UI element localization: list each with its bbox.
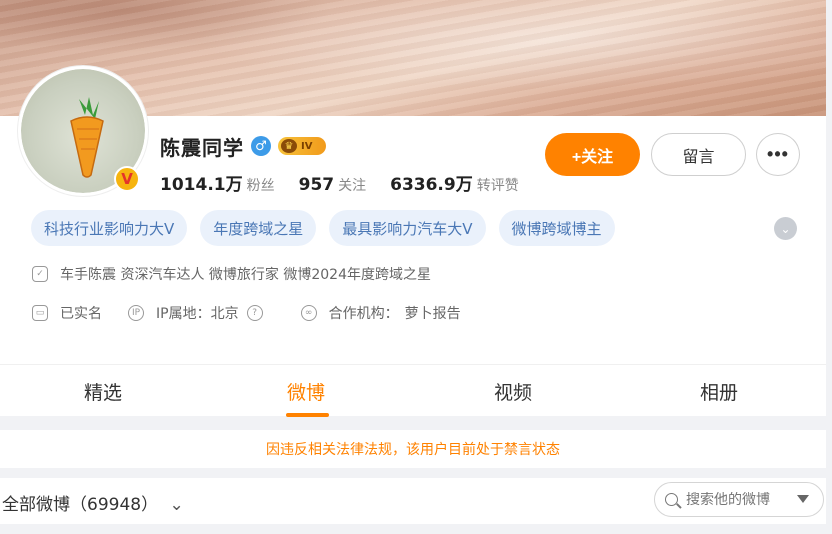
scrollbar-gutter — [826, 0, 832, 534]
help-icon[interactable]: ? — [246, 305, 263, 321]
ban-notice: 因违反相关法律法规，该用户目前处于禁言状态 — [0, 430, 826, 468]
message-button[interactable]: 留言 — [651, 133, 746, 176]
tag-item[interactable]: 科技行业影响力大V — [31, 210, 188, 246]
id-card-icon: ▭ — [32, 305, 48, 321]
org-value[interactable]: 萝卜报告 — [405, 303, 461, 323]
honor-tags: 科技行业影响力大V 年度跨域之星 最具影响力汽车大V 微博跨域博主 — [31, 210, 615, 246]
shield-icon: ✓ — [32, 266, 48, 282]
org-label: 合作机构： — [328, 306, 399, 322]
gender-male-icon: ♂ — [251, 136, 271, 156]
ip-location-text: IP属地：北京 — [156, 306, 239, 322]
chevron-down-icon: ⌄ — [169, 495, 184, 515]
tab-video[interactable]: 视频 — [410, 365, 616, 417]
feed-filter-dropdown[interactable]: 全部微博（69948） ⌄ — [2, 490, 184, 515]
meta-row: ▭ 已实名 IP IP属地：北京 ? ∞ 合作机构： 萝卜报告 — [32, 303, 461, 323]
ip-icon: IP — [128, 305, 144, 321]
expand-tags-chevron-icon[interactable]: ⌄ — [774, 217, 797, 240]
tag-item[interactable]: 微博跨域博主 — [498, 210, 615, 246]
verified-v-icon: V — [114, 166, 140, 192]
bio-row: ✓ 车手陈震 资深汽车达人 微博旅行家 微博2024年度跨域之星 — [32, 264, 431, 284]
crown-icon: ♛ — [281, 139, 297, 153]
active-tab-indicator — [286, 413, 329, 417]
stat-reposts-comments-likes[interactable]: 6336.9万 转评赞 — [390, 170, 519, 195]
tab-album[interactable]: 相册 — [616, 365, 822, 417]
profile-tabs: 精选 微博 视频 相册 — [0, 364, 826, 417]
vip-level-badge[interactable]: ♛ IV — [278, 137, 326, 155]
profile-stats: 1014.1万 粉丝 957 关注 6336.9万 转评赞 — [160, 170, 519, 195]
search-input[interactable] — [686, 491, 782, 508]
more-options-button[interactable]: ••• — [756, 133, 800, 176]
link-icon: ∞ — [300, 305, 317, 321]
user-name: 陈震同学 — [160, 136, 244, 160]
stat-following[interactable]: 957 关注 — [299, 175, 367, 195]
realname-text: 已实名 — [60, 306, 102, 322]
carrot-avatar-image — [70, 97, 104, 178]
bio-text: 车手陈震 资深汽车达人 微博旅行家 微博2024年度跨域之星 — [60, 267, 431, 283]
tab-featured[interactable]: 精选 — [0, 365, 206, 417]
search-dropdown-icon[interactable] — [797, 495, 809, 503]
search-box — [654, 482, 824, 517]
tab-weibo[interactable]: 微博 — [203, 365, 409, 417]
stat-fans[interactable]: 1014.1万 粉丝 — [160, 170, 275, 195]
profile-page: V 陈震同学 ♂ ♛ IV 1014.1万 粉丝 957 关注 6336.9万 转评赞… — [0, 0, 832, 534]
follow-button[interactable]: +关注 — [545, 133, 640, 176]
search-icon — [665, 493, 678, 506]
tag-item[interactable]: 年度跨域之星 — [200, 210, 317, 246]
tag-item[interactable]: 最具影响力汽车大V — [329, 210, 486, 246]
